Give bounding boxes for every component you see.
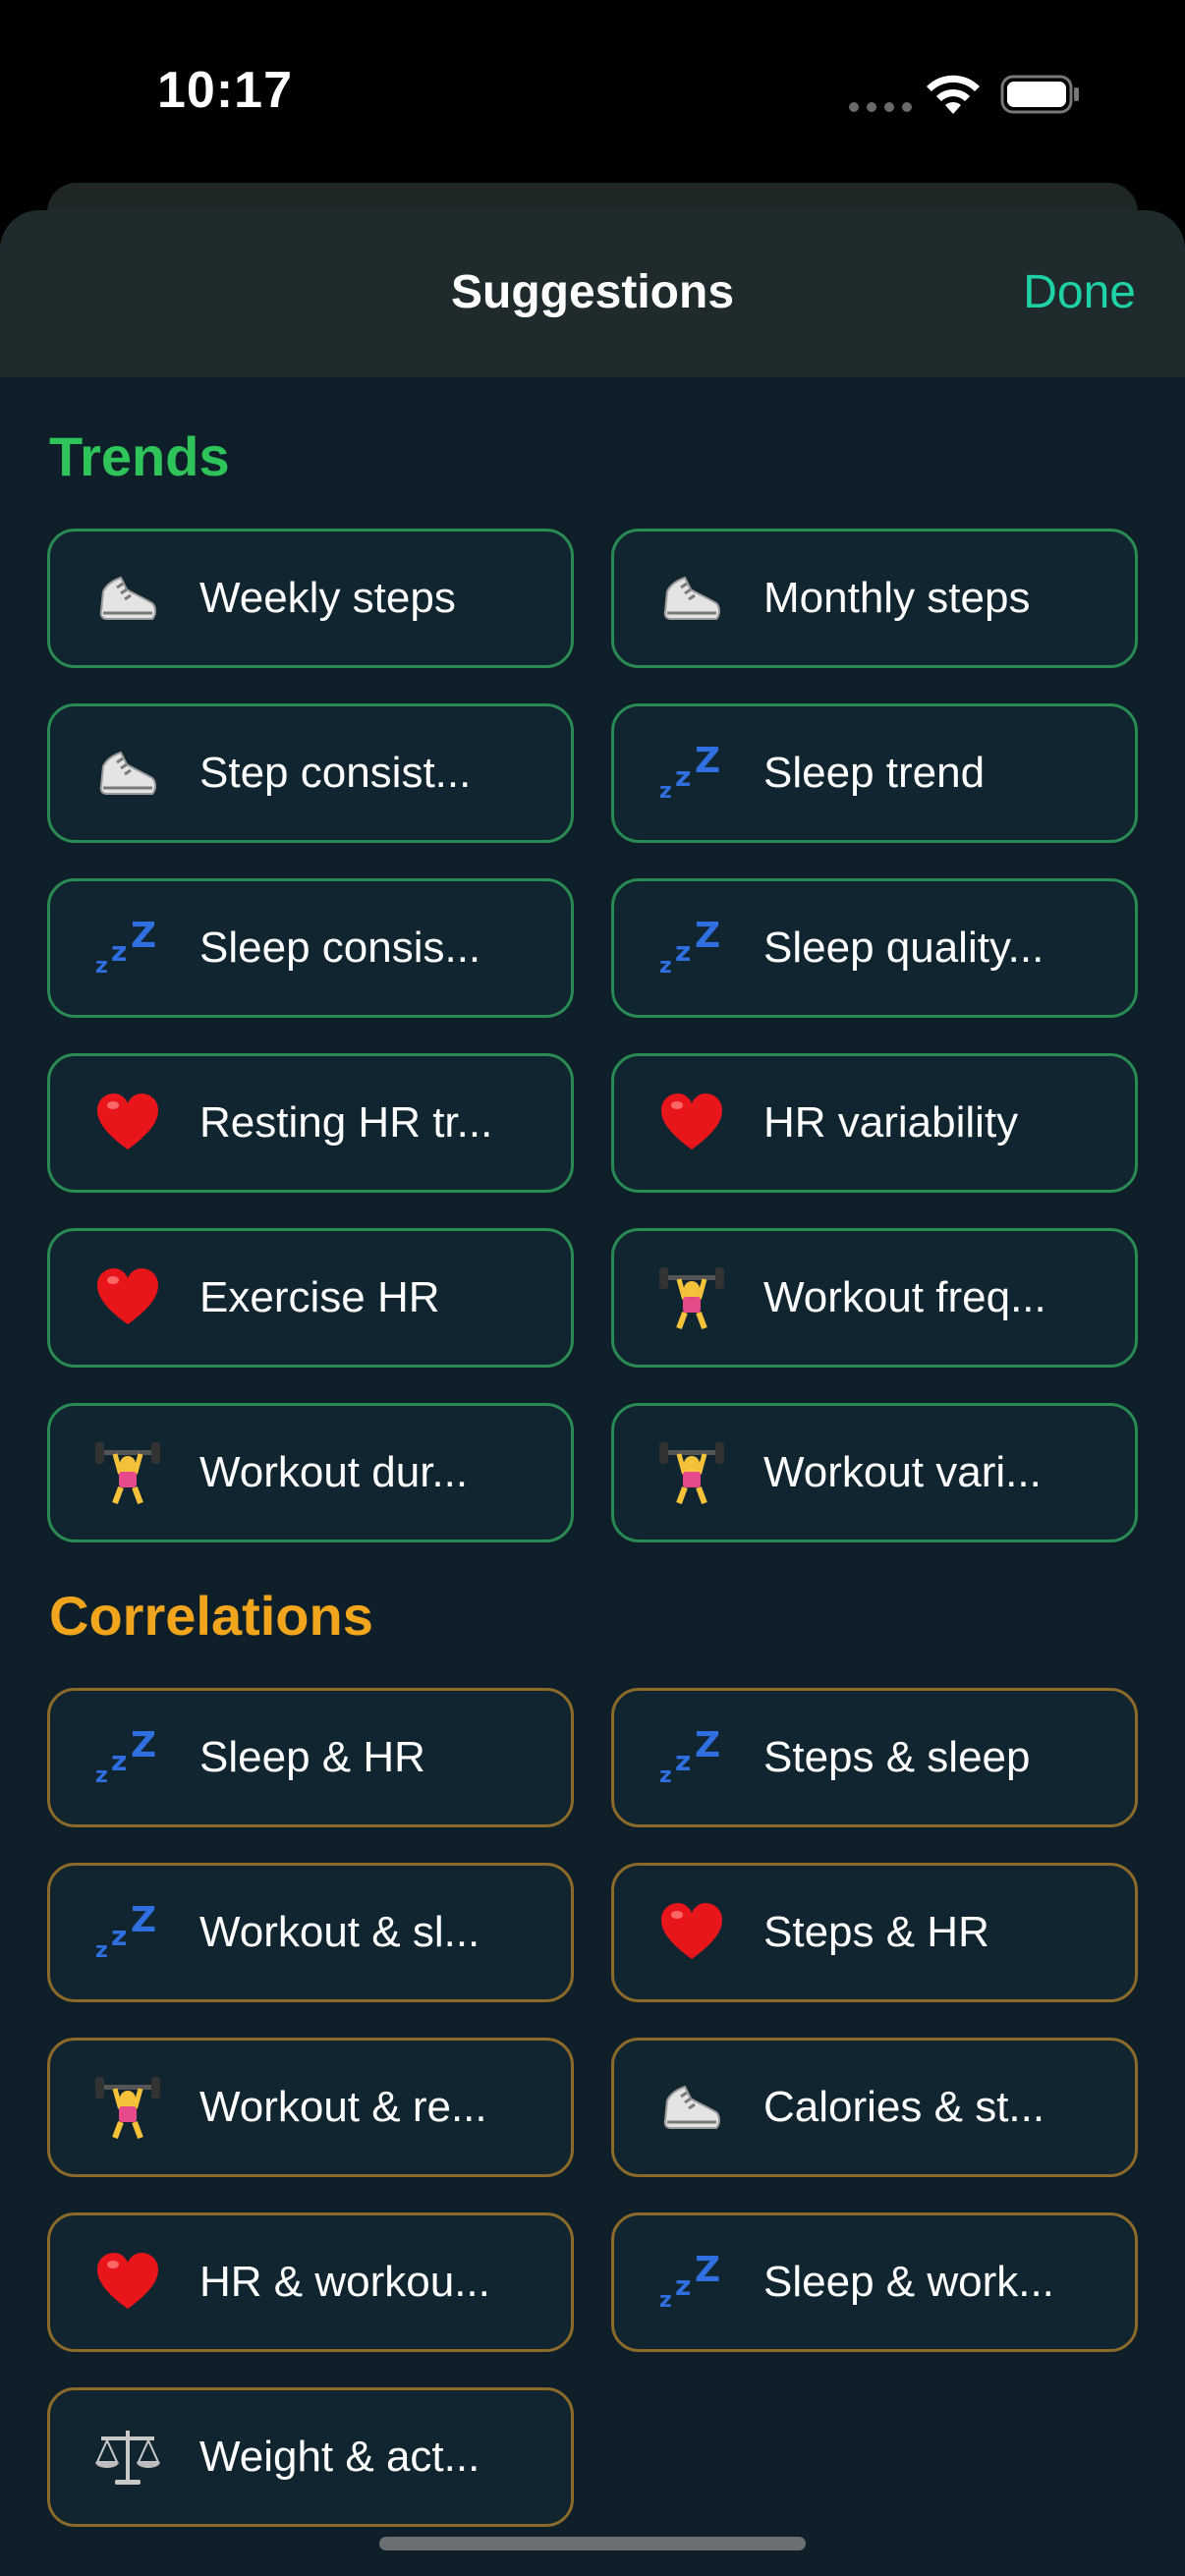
svg-text:z: z [675,2269,691,2302]
suggestion-chip[interactable]: Steps & HR [611,1863,1138,2002]
battery-icon [1000,75,1079,114]
shoe-icon [93,564,162,633]
wifi-icon [927,75,980,114]
weightlifter-icon [657,1263,726,1332]
zzz-icon: zzZ [657,2248,726,2317]
heart-icon [657,1089,726,1157]
suggestion-chip-label: Workout & sl... [199,1908,480,1956]
suggestion-chip[interactable]: Monthly steps [611,529,1138,668]
suggestion-chip-label: Workout vari... [763,1448,1042,1496]
svg-text:z: z [95,1764,108,1788]
suggestion-chip-label: Sleep & HR [199,1733,425,1781]
svg-text:z: z [659,1764,672,1788]
svg-text:z: z [675,1745,691,1777]
zzz-icon: zzZ [93,914,162,982]
status-time: 10:17 [157,62,293,119]
sheet-title: Suggestions [450,266,735,318]
trends-grid: Weekly steps Monthly steps Step consist...… [47,529,1138,1542]
svg-text:z: z [675,760,691,793]
zzz-icon: zzZ [657,739,726,808]
suggestion-chip[interactable]: z z Z Sleep trend [611,703,1138,843]
suggestion-chip-label: Monthly steps [763,574,1031,622]
suggestions-sheet: Suggestions Done Trends Weekly steps Mont… [0,210,1185,2576]
suggestion-chip[interactable]: Workout vari... [611,1403,1138,1542]
zzz-icon: zzZ [657,914,726,982]
svg-text:z: z [675,935,691,968]
suggestion-chip-label: Steps & sleep [763,1733,1031,1781]
correlations-grid: z z Z Sleep & HR z z Z Steps & sleep z z Z Workout … [47,1688,1138,2527]
suggestion-chip[interactable]: z z Z Sleep consis... [47,878,574,1018]
suggestion-chip-label: Exercise HR [199,1273,440,1321]
suggestion-chip-label: Workout dur... [199,1448,469,1496]
suggestion-chip-label: Sleep & work... [763,2258,1054,2306]
suggestion-chip-label: Steps & HR [763,1908,989,1956]
suggestion-chip[interactable]: Weight & act... [47,2387,574,2527]
suggestion-chip[interactable]: HR variability [611,1053,1138,1193]
done-button[interactable]: Done [1023,265,1136,319]
suggestion-chip[interactable]: Workout dur... [47,1403,574,1542]
heart-icon [93,1263,162,1332]
suggestion-chip-label: Sleep trend [763,749,986,797]
svg-text:Z: Z [695,916,720,956]
suggestion-chip[interactable]: Step consist... [47,703,574,843]
zzz-icon: zzZ [93,1723,162,1792]
home-indicator [379,2537,806,2550]
shoe-icon [93,739,162,808]
sheet-header: Suggestions Done [0,210,1185,377]
svg-text:z: z [659,954,672,979]
suggestion-chip[interactable]: Weekly steps [47,529,574,668]
suggestion-chip[interactable]: Workout freq... [611,1228,1138,1368]
suggestion-chip[interactable]: z z Z Steps & sleep [611,1688,1138,1827]
heart-icon [93,1089,162,1157]
svg-text:z: z [659,2288,672,2313]
svg-text:z: z [95,954,108,979]
status-bar: 10:17 [0,0,1185,187]
suggestion-chip[interactable]: Exercise HR [47,1228,574,1368]
suggestion-chip[interactable]: Resting HR tr... [47,1053,574,1193]
svg-text:Z: Z [131,916,156,956]
svg-text:Z: Z [131,1900,156,1940]
svg-text:Z: Z [131,1725,156,1765]
svg-text:Z: Z [695,1725,720,1765]
suggestion-chip-label: Weekly steps [199,574,456,622]
suggestion-chip-label: Step consist... [199,749,472,797]
shoe-icon [657,564,726,633]
cellular-signal-icon [849,102,912,112]
suggestion-chip[interactable]: Calories & st... [611,2038,1138,2177]
weightlifter-icon [657,1438,726,1507]
suggestion-chip[interactable]: HR & workou... [47,2212,574,2352]
svg-text:z: z [111,1920,127,1952]
svg-text:z: z [111,935,127,968]
shoe-icon [657,2073,726,2142]
suggestion-chip-label: Resting HR tr... [199,1098,493,1147]
suggestion-chip-label: Calories & st... [763,2083,1045,2131]
suggestion-chip[interactable]: z z Z Sleep quality... [611,878,1138,1018]
svg-text:Z: Z [695,2250,720,2290]
suggestion-chip-label: Sleep consis... [199,924,481,972]
suggestion-chip-label: Workout & re... [199,2083,487,2131]
suggestion-chip[interactable]: z z Z Sleep & HR [47,1688,574,1827]
weightlifter-icon [93,2073,162,2142]
svg-text:z: z [659,779,672,804]
suggestion-chip-label: HR variability [763,1098,1019,1147]
suggestion-chip-label: Weight & act... [199,2433,480,2481]
suggestion-chip-label: Workout freq... [763,1273,1046,1321]
svg-text:Z: Z [695,741,720,781]
section-title-correlations: Correlations [49,1585,373,1647]
zzz-icon: zzZ [93,1898,162,1967]
suggestion-chip-label: HR & workou... [199,2258,490,2306]
suggestion-chip[interactable]: z z Z Sleep & work... [611,2212,1138,2352]
suggestion-chip-label: Sleep quality... [763,924,1044,972]
section-title-trends: Trends [49,425,230,487]
heart-icon [657,1898,726,1967]
svg-text:z: z [95,1938,108,1963]
heart-icon [93,2248,162,2317]
suggestion-chip[interactable]: z z Z Workout & sl... [47,1863,574,2002]
svg-text:z: z [111,1745,127,1777]
zzz-icon: zzZ [657,1723,726,1792]
suggestion-chip[interactable]: Workout & re... [47,2038,574,2177]
scale-icon [93,2423,162,2492]
weightlifter-icon [93,1438,162,1507]
